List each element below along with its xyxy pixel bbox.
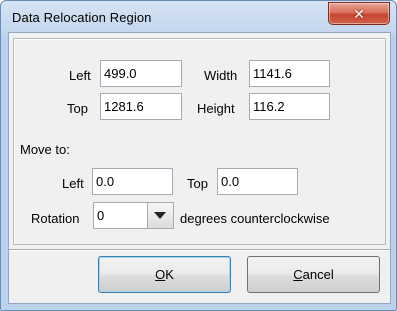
dialog-title: Data Relocation Region xyxy=(12,10,152,25)
region-height-label: Height xyxy=(197,101,235,116)
move-to-heading: Move to: xyxy=(20,142,70,157)
region-width-input[interactable]: 1141.6 xyxy=(249,60,330,87)
region-top-input[interactable]: 1281.6 xyxy=(100,93,182,120)
close-icon: ✕ xyxy=(353,6,365,22)
rotation-select[interactable]: 0 xyxy=(93,202,174,229)
region-width-label: Width xyxy=(204,68,238,83)
move-top-input[interactable]: 0.0 xyxy=(217,168,298,195)
cancel-mnemonic: C xyxy=(293,267,303,282)
dialog-window: Data Relocation Region ✕ Left 499.0 Widt… xyxy=(0,0,397,311)
rotation-dropdown-button[interactable] xyxy=(147,203,173,228)
cancel-label: ancel xyxy=(302,267,334,282)
rotation-label: Rotation xyxy=(31,211,80,226)
chevron-down-icon xyxy=(154,212,166,219)
region-left-label: Left xyxy=(69,68,91,83)
move-top-label: Top xyxy=(187,176,208,191)
move-left-label: Left xyxy=(62,176,84,191)
rotation-value: 0 xyxy=(97,208,105,223)
close-button[interactable]: ✕ xyxy=(328,2,390,25)
cancel-button[interactable]: Cancel xyxy=(247,256,380,293)
move-left-input[interactable]: 0.0 xyxy=(92,168,173,195)
region-height-input[interactable]: 116.2 xyxy=(249,93,330,120)
button-separator xyxy=(9,249,390,251)
region-top-label: Top xyxy=(67,101,88,116)
ok-label: K xyxy=(165,267,174,282)
region-left-input[interactable]: 499.0 xyxy=(100,60,182,87)
ok-button[interactable]: OK xyxy=(98,256,231,293)
ok-mnemonic: O xyxy=(155,267,166,282)
rotation-units-label: degrees counterclockwise xyxy=(180,211,330,226)
